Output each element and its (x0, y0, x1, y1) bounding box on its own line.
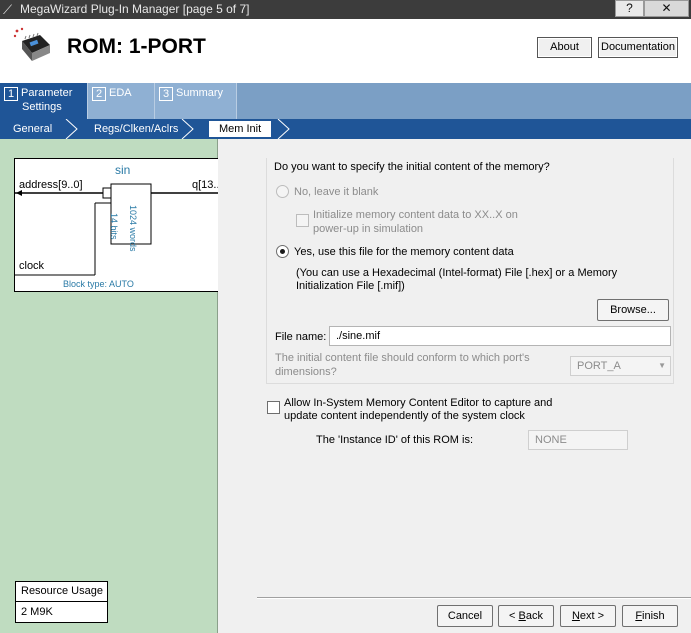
back-button[interactable]: < Back (498, 605, 554, 627)
file-name-label: File name: (275, 331, 327, 343)
symbol-clock-port: clock (19, 260, 45, 272)
in-system-editor-checkbox[interactable] (267, 401, 280, 414)
wizard-steps: 1 Parameter Settings 2 EDA 3 Summary (0, 83, 691, 119)
initialize-xx-label-1: Initialize memory content data to XX..X … (313, 209, 518, 221)
chevron-right-icon (277, 119, 290, 139)
file-name-input[interactable]: ./sine.mif (329, 326, 671, 346)
next-rest: ext > (579, 610, 605, 622)
use-file-label: Yes, use this file for the memory conten… (294, 246, 514, 258)
in-system-editor-label-1: Allow In-System Memory Content Editor to… (284, 397, 553, 409)
step-summary[interactable]: 3 Summary (154, 83, 237, 119)
step-number: 1 (4, 87, 18, 101)
initialize-xx-checkbox[interactable] (296, 214, 309, 227)
about-button[interactable]: About (537, 37, 592, 58)
window-title: MegaWizard Plug-In Manager [page 5 of 7] (20, 2, 250, 16)
in-system-editor-label-2: update content independently of the syst… (284, 410, 525, 422)
subtab-regs-clken-aclrs[interactable]: Regs/Clken/Aclrs (94, 119, 178, 139)
chevron-right-icon (181, 119, 194, 139)
step-number: 2 (92, 87, 106, 101)
footer-divider (257, 597, 691, 599)
back-rest: ack (525, 610, 543, 622)
symbol-bits: 14 bits (109, 213, 119, 240)
next-button[interactable]: Next > (560, 605, 616, 627)
instance-id-label: The 'Instance ID' of this ROM is: (316, 434, 474, 446)
memory-content-question: Do you want to specify the initial conte… (274, 161, 550, 173)
use-file-radio[interactable] (276, 245, 289, 258)
no-blank-radio[interactable] (276, 185, 289, 198)
step-eda[interactable]: 2 EDA (87, 83, 154, 119)
port-hint-2: dimensions? (275, 366, 337, 378)
close-button[interactable]: ✕ (644, 0, 689, 17)
port-hint-1: The initial content file should conform … (275, 352, 530, 364)
finish-button[interactable]: Finish (622, 605, 678, 627)
title-bar: ⟋ MegaWizard Plug-In Manager [page 5 of … (0, 0, 691, 19)
finish-rest: inish (642, 610, 665, 622)
port-select-value: PORT_A (577, 360, 621, 372)
back-mnemonic: B (518, 610, 526, 622)
resource-usage-value: 2 M9K (21, 606, 53, 618)
no-blank-label: No, leave it blank (294, 186, 379, 198)
step-label: EDA (109, 87, 132, 99)
page-subnav: General Regs/Clken/Aclrs Mem Init (0, 119, 691, 139)
page-title: ROM: 1-PORT (67, 35, 206, 58)
symbol-words: 1024 words (128, 205, 138, 252)
file-format-hint-2: Initialization File [.mif]) (296, 280, 405, 292)
settings-panel: Do you want to specify the initial conte… (218, 139, 691, 633)
symbol-address-port: address[9..0] (19, 179, 83, 191)
megawizard-chip-icon (13, 27, 50, 61)
step-parameter-settings[interactable]: 1 Parameter Settings (0, 83, 87, 119)
subtab-mem-init[interactable]: Mem Init (208, 120, 273, 138)
file-format-hint-1: (You can use a Hexadecimal (Intel-format… (296, 267, 618, 279)
symbol-name: sin (115, 163, 131, 177)
subtab-general[interactable]: General (13, 119, 52, 139)
symbol-block-type: Block type: AUTO (63, 279, 134, 289)
chevron-down-icon: ▼ (658, 361, 666, 370)
app-icon: ⟋ (3, 2, 13, 17)
help-button[interactable]: ? (615, 0, 644, 17)
step-label: Parameter (21, 87, 73, 99)
symbol-panel: sin address[9..0] q[13..0] clock 14 bits… (0, 139, 234, 633)
instance-id-input[interactable]: NONE (528, 430, 628, 450)
step-label: Summary (176, 87, 224, 99)
step-number: 3 (159, 87, 173, 101)
resource-usage-box: Resource Usage 2 M9K (15, 581, 108, 623)
documentation-button[interactable]: Documentation (598, 37, 678, 58)
next-mnemonic: N (571, 610, 580, 622)
step-label-line2: Settings (22, 101, 62, 113)
port-select[interactable]: PORT_A ▼ (570, 356, 671, 376)
cancel-button[interactable]: Cancel (437, 605, 493, 627)
rom-symbol: sin address[9..0] q[13..0] clock 14 bits… (14, 158, 234, 292)
browse-button[interactable]: Browse... (597, 299, 669, 321)
chevron-right-icon (65, 119, 78, 139)
initialize-xx-label-2: power-up in simulation (313, 223, 424, 235)
back-prefix: < (509, 610, 519, 622)
resource-usage-header: Resource Usage (16, 582, 107, 602)
wizard-header: ROM: 1-PORT About Documentation (0, 19, 691, 83)
